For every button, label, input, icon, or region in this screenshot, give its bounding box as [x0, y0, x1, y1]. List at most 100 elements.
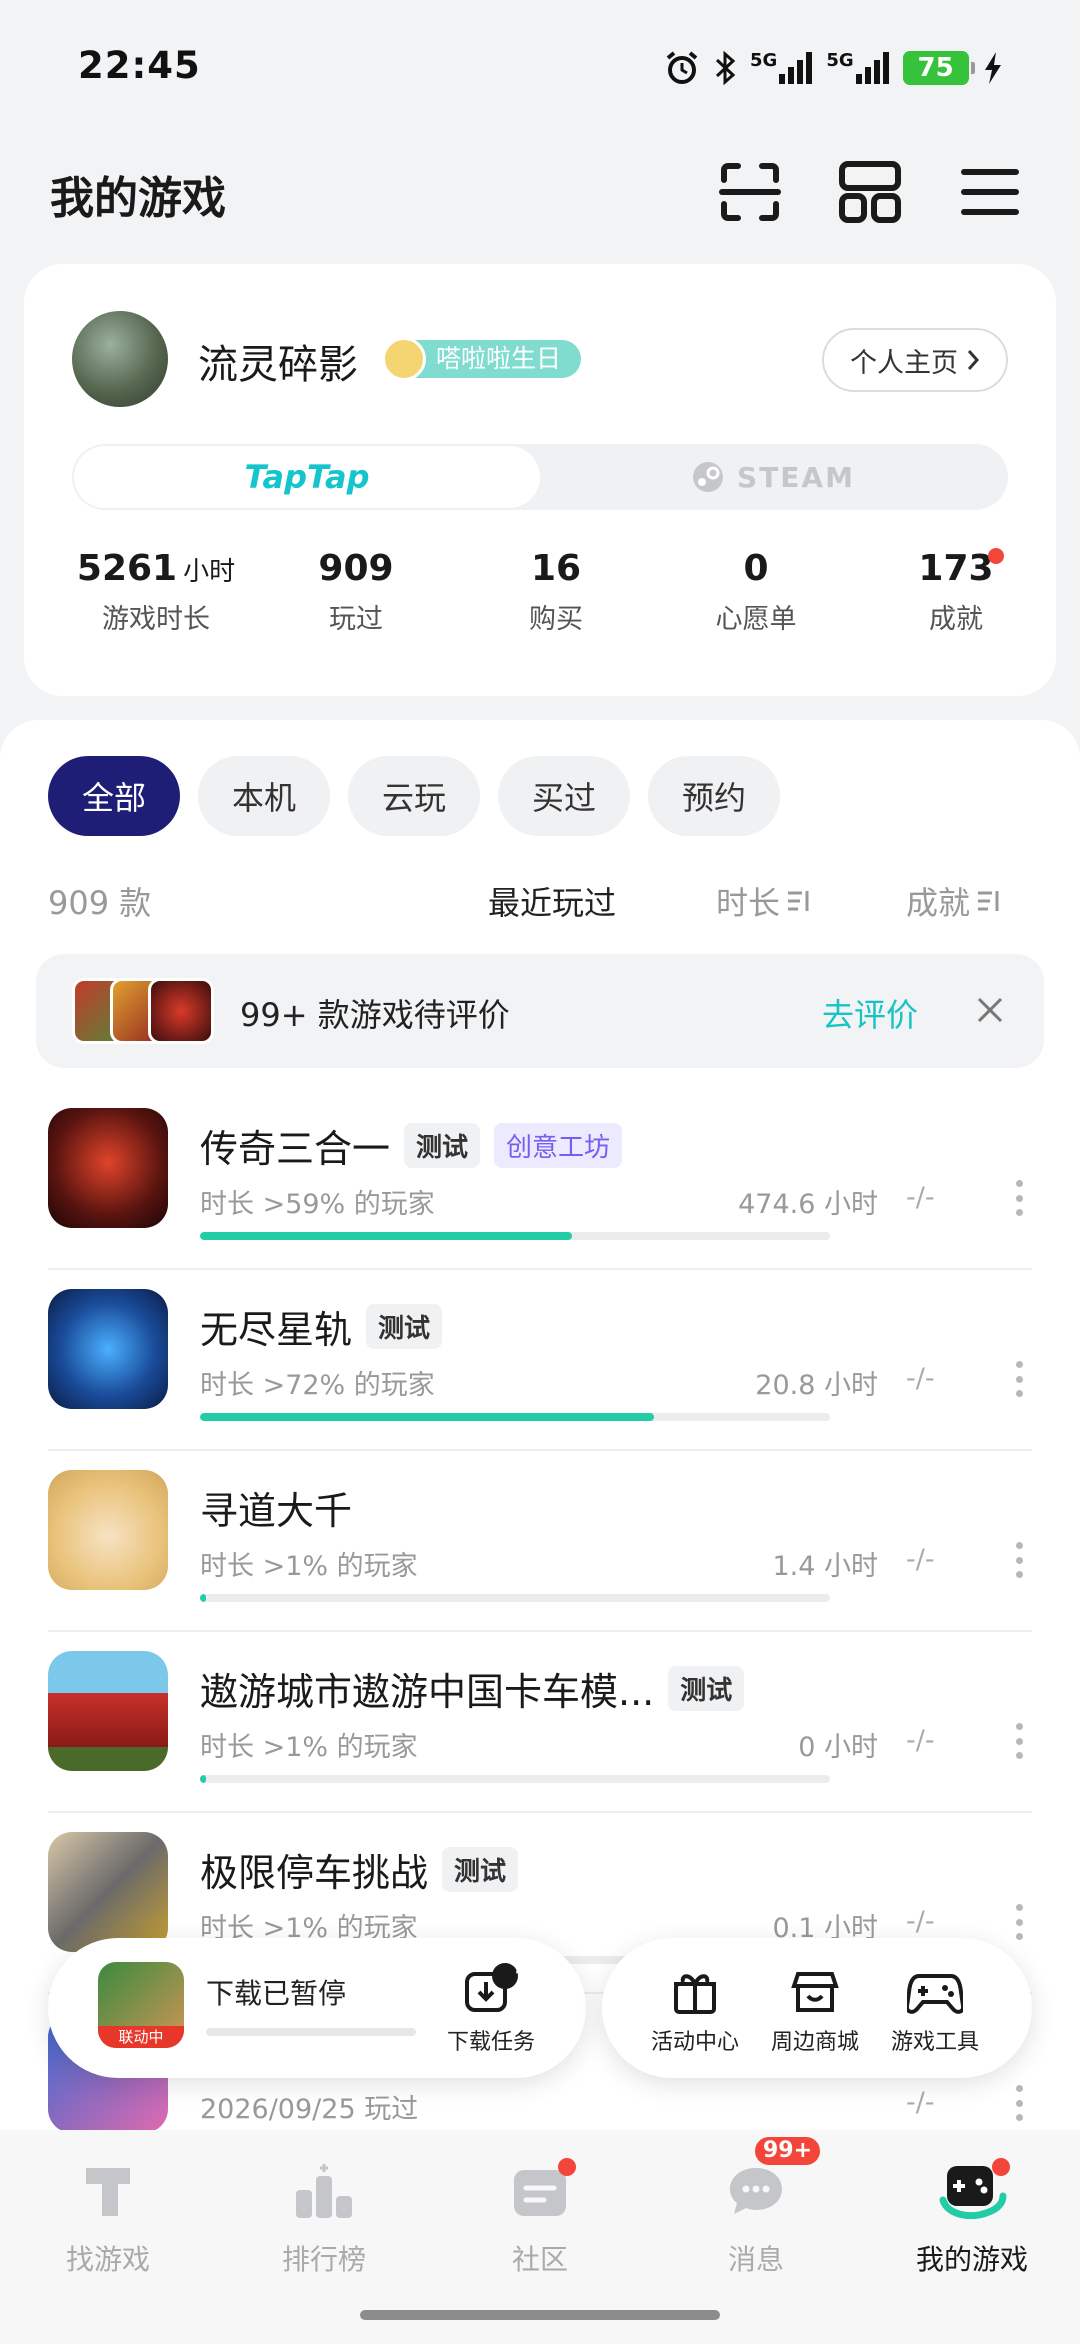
alarm-icon: [666, 51, 698, 84]
rate-banner[interactable]: 99+ 款游戏待评价 去评价: [36, 954, 1044, 1068]
character-face-icon: [382, 337, 426, 381]
rate-text: 99+ 款游戏待评价: [240, 996, 510, 1034]
scan-icon: [719, 163, 781, 221]
username[interactable]: 流灵碎影: [198, 332, 358, 390]
game-achievement: -/-: [906, 1544, 935, 1575]
store-icon: [791, 1972, 839, 2012]
tab-community[interactable]: 社区: [460, 2160, 620, 2278]
stat-value: 909: [318, 548, 394, 589]
game-icon: [48, 1651, 168, 1771]
avatar[interactable]: [72, 311, 168, 407]
stat-value: 173: [918, 548, 994, 589]
chevron-right-icon: [967, 350, 980, 370]
tag-test: 测试: [668, 1666, 745, 1711]
stat-value: 5261: [76, 548, 178, 589]
more-icon[interactable]: [1014, 1180, 1024, 1216]
game-row[interactable]: 传奇三合一 测试 创意工坊 时长 >59% 的玩家 474.6 小时 -/-: [48, 1090, 1032, 1270]
stat-label: 游戏时长: [102, 604, 210, 635]
steam-tab[interactable]: STEAM: [540, 446, 1006, 508]
page-title: 我的游戏: [50, 173, 226, 224]
steam-icon: [693, 462, 724, 492]
rate-button[interactable]: 去评价: [822, 990, 918, 1036]
profile-page-button[interactable]: 个人主页: [822, 328, 1008, 392]
game-row[interactable]: 遨游城市遨游中国卡车模... 测试 时长 >1% 的玩家 0 小时 -/-: [48, 1633, 1032, 1813]
tab-messages[interactable]: 消息: [676, 2160, 836, 2278]
community-notify-dot: [558, 2158, 576, 2176]
home-indicator: [360, 2310, 720, 2320]
game-hours: 1.4 小时: [772, 1551, 878, 1582]
filter-all[interactable]: 全部: [48, 756, 180, 836]
more-icon[interactable]: [1014, 2085, 1024, 2121]
taptap-tab[interactable]: TapTap: [74, 446, 540, 508]
game-name: 遨游城市遨游中国卡车模...: [200, 1670, 655, 1714]
layout-button[interactable]: [836, 158, 904, 226]
stat-achievements[interactable]: 173 成就: [866, 548, 1046, 636]
grid-icon: [839, 161, 901, 223]
game-name: 寻道大千: [200, 1489, 353, 1533]
scan-button[interactable]: [716, 158, 784, 226]
game-achievement: -/-: [906, 1182, 935, 1213]
achievement-notify-dot: [988, 548, 1004, 564]
gamepad-icon: [907, 1974, 963, 2014]
my-games-notify-dot: [992, 2158, 1010, 2176]
game-tools-button[interactable]: 游戏工具: [880, 1966, 990, 2056]
charging-icon: [984, 52, 1001, 84]
playtime-bar: [200, 1775, 830, 1783]
tag-test: 测试: [442, 1847, 519, 1892]
filter-local[interactable]: 本机: [198, 756, 330, 836]
stat-played[interactable]: 909 玩过: [266, 548, 446, 636]
game-last-played: 2026/09/25 玩过: [200, 2094, 419, 2125]
game-row[interactable]: 无尽星轨 测试 时长 >72% 的玩家 20.8 小时 -/-: [48, 1271, 1032, 1451]
merch-store-label: 周边商城: [770, 2030, 859, 2055]
tag-workshop: 创意工坊: [494, 1123, 623, 1168]
download-tasks-button[interactable]: 1 下载任务: [436, 1962, 546, 2056]
activity-center-button[interactable]: 活动中心: [640, 1966, 750, 2056]
game-row[interactable]: 寻道大千 时长 >1% 的玩家 1.4 小时 -/-: [48, 1452, 1032, 1632]
close-icon[interactable]: [976, 996, 1004, 1024]
merch-store-button[interactable]: 周边商城: [760, 1966, 870, 2056]
game-achievement: -/-: [906, 2087, 935, 2118]
more-icon[interactable]: [1014, 1904, 1024, 1940]
status-icons: 5G 5G 75: [664, 46, 1003, 90]
filter-bought[interactable]: 买过: [498, 756, 630, 836]
activity-center-label: 活动中心: [650, 2030, 739, 2055]
stat-wishlist[interactable]: 0 心愿单: [666, 548, 846, 636]
stat-purchased[interactable]: 16 购买: [466, 548, 646, 636]
game-count: 909 款: [48, 884, 152, 922]
game-icon: [48, 1832, 168, 1952]
download-count: 1: [514, 1966, 528, 1990]
signal-1-icon: 5G: [750, 52, 813, 84]
stat-label: 心愿单: [715, 604, 797, 635]
tab-label: 社区: [511, 2243, 568, 2276]
download-pill[interactable]: 联动中 下载已暂停 1 下载任务: [48, 1938, 586, 2078]
tab-label: 消息: [727, 2243, 784, 2276]
tag-test: 测试: [404, 1123, 481, 1168]
taptap-logo-icon: [86, 2168, 130, 2216]
message-icon: [730, 2168, 782, 2214]
sort-achievement[interactable]: 成就: [906, 878, 1002, 924]
birthday-badge[interactable]: 嗒啦啦生日: [382, 337, 582, 381]
game-rank: 时长 >1% 的玩家: [200, 1732, 418, 1763]
more-icon[interactable]: [1014, 1361, 1024, 1397]
game-hours: 0 小时: [798, 1732, 878, 1763]
menu-button[interactable]: [956, 158, 1024, 226]
playtime-bar: [200, 1594, 830, 1602]
more-icon[interactable]: [1014, 1542, 1024, 1578]
tab-find-games[interactable]: 找游戏: [28, 2160, 188, 2278]
menu-icon: [961, 169, 1019, 215]
more-icon[interactable]: [1014, 1723, 1024, 1759]
bluetooth-icon: [715, 51, 736, 85]
sort-duration[interactable]: 时长: [716, 878, 812, 924]
game-rank: 时长 >72% 的玩家: [200, 1370, 435, 1401]
game-thumb: [148, 978, 214, 1044]
download-icon-badge: 联动中: [98, 2026, 184, 2048]
sort-recent[interactable]: 最近玩过: [488, 878, 616, 924]
gift-icon: [674, 1974, 716, 2014]
stat-playtime[interactable]: 5261 小时 游戏时长: [66, 548, 246, 636]
tab-my-games[interactable]: 我的游戏: [892, 2160, 1052, 2278]
steam-label: STEAM: [737, 460, 855, 494]
download-status: 下载已暂停: [206, 1977, 347, 2010]
filter-reserved[interactable]: 预约: [648, 756, 780, 836]
filter-cloud[interactable]: 云玩: [348, 756, 480, 836]
tab-ranking[interactable]: 排行榜: [244, 2160, 404, 2278]
